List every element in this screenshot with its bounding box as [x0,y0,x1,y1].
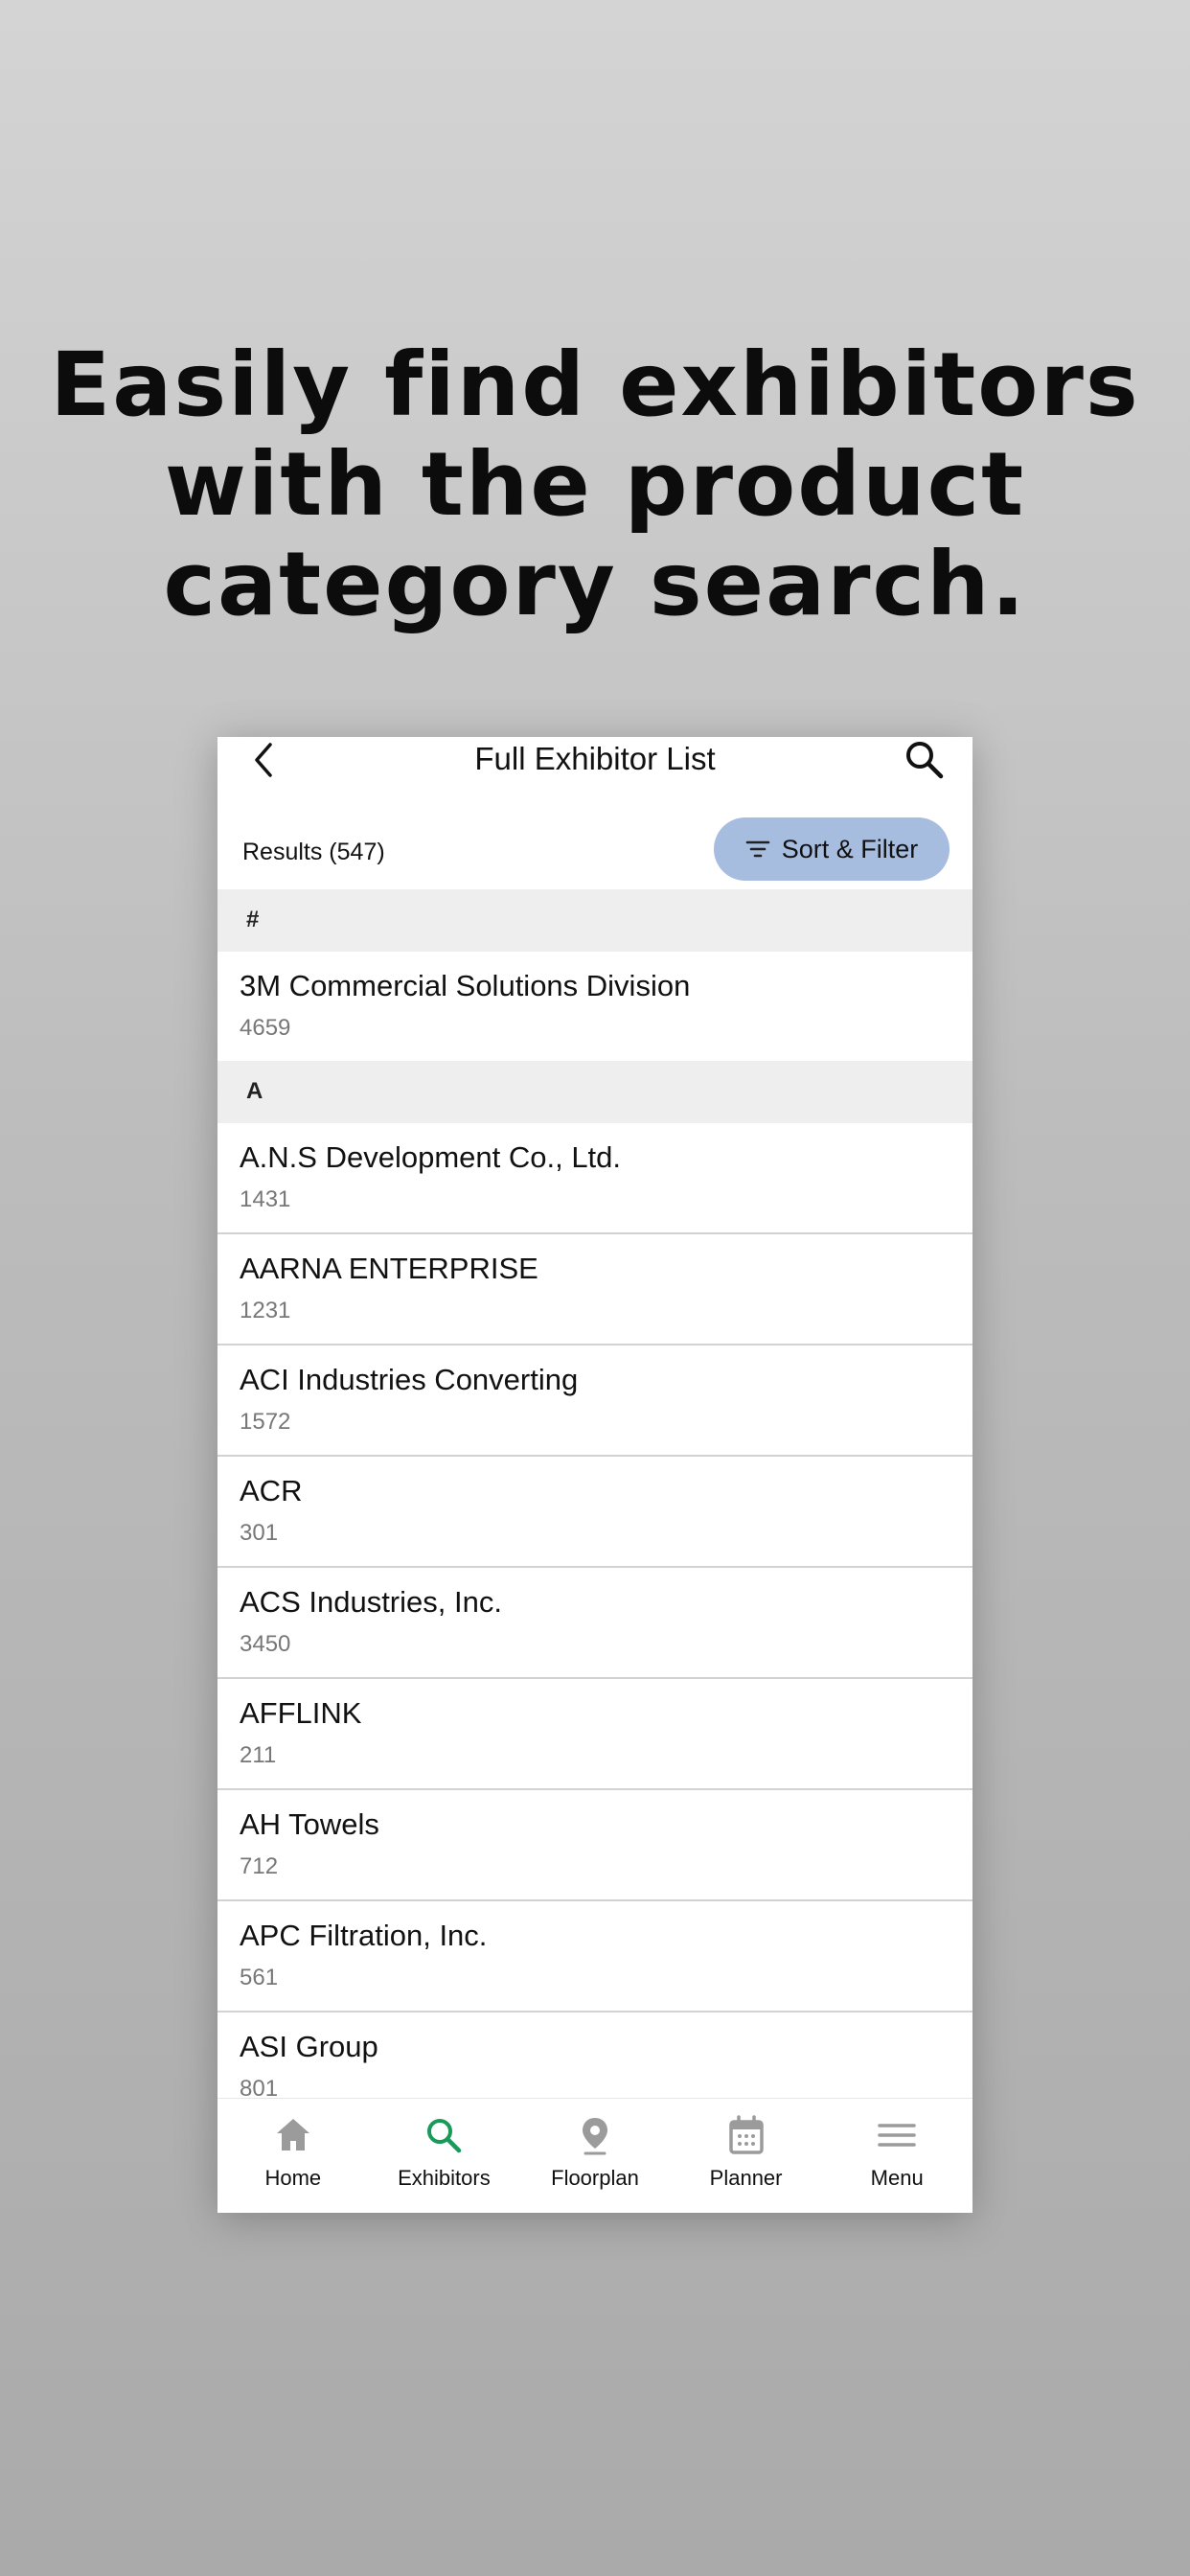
list-item[interactable]: ACS Industries, Inc. 3450 [217,1568,973,1679]
tab-floorplan[interactable]: Floorplan [519,2099,671,2213]
list-item[interactable]: AFFLINK 211 [217,1679,973,1790]
tab-label: Menu [870,2166,924,2190]
booth-number: 712 [240,1853,279,1879]
exhibitor-name: ACI Industries Converting [240,1363,579,1396]
back-button[interactable] [246,741,285,779]
tab-planner[interactable]: Planner [671,2099,822,2213]
list-item[interactable]: ACR 301 [217,1457,973,1568]
exhibitor-list: # 3M Commercial Solutions Division 4659 … [217,889,973,2122]
booth-number: 1231 [240,1298,291,1323]
calendar-icon [728,2115,764,2154]
tab-label: Planner [709,2166,783,2190]
home-icon [276,2119,309,2150]
promo-headline-line: with the product [164,433,1026,536]
exhibitor-name: AARNA ENTERPRISE [240,1252,538,1285]
exhibitor-name: APC Filtration, Inc. [240,1919,488,1952]
section-header: # [217,889,973,952]
booth-number: 1572 [240,1409,291,1435]
filter-lines-icon [745,840,770,858]
list-item[interactable]: A.N.S Development Co., Ltd. 1431 [217,1123,973,1234]
tab-label: Floorplan [551,2166,639,2190]
exhibitor-name: ACS Industries, Inc. [240,1585,502,1619]
section-header-label: # [246,907,260,932]
sort-filter-button[interactable]: Sort & Filter [714,817,950,881]
exhibitor-name: ACR [240,1474,303,1507]
list-item[interactable]: AARNA ENTERPRISE 1231 [217,1234,973,1346]
search-icon [427,2119,462,2153]
map-pin-icon [582,2118,607,2155]
chevron-left-icon [255,743,272,777]
app-screen: Full Exhibitor List Results (547) Sort &… [217,737,973,2213]
promo-headline-line: category search. [163,533,1027,635]
tab-label: Exhibitors [398,2166,491,2190]
results-toolbar: Results (547) Sort & Filter [217,817,973,890]
booth-number: 1431 [240,1186,291,1212]
list-item[interactable]: AH Towels 712 [217,1790,973,1901]
list-item[interactable]: APC Filtration, Inc. 561 [217,1901,973,2012]
exhibitor-name: AFFLINK [240,1696,362,1730]
tab-label: Home [264,2166,322,2190]
page-title: Full Exhibitor List [474,741,716,776]
promo-headline: Easily find exhibitors with the product … [0,335,1190,634]
search-icon [906,742,944,779]
promo-headline-line: Easily find exhibitors [50,334,1140,436]
list-item[interactable]: 3M Commercial Solutions Division 4659 [217,952,973,1061]
booth-number: 3450 [240,1631,291,1657]
exhibitor-name: ASI Group [240,2030,378,2063]
nav-bar: Full Exhibitor List [217,737,973,785]
tab-home[interactable]: Home [217,2099,369,2213]
section-header-label: A [246,1078,263,1104]
list-item[interactable]: ACI Industries Converting 1572 [217,1346,973,1457]
exhibitor-name: A.N.S Development Co., Ltd. [240,1140,622,1174]
tab-menu[interactable]: Menu [821,2099,973,2213]
hamburger-menu-icon [878,2124,916,2147]
booth-number: 301 [240,1520,279,1546]
tab-bar: Home Exhibitors Floorplan Planner Menu [217,2098,973,2213]
sort-filter-label: Sort & Filter [781,834,919,863]
search-button[interactable] [904,739,946,781]
booth-number: 561 [240,1965,279,1990]
exhibitor-name: AH Towels [240,1807,379,1841]
section-header: A [217,1061,973,1123]
exhibitor-name: 3M Commercial Solutions Division [240,969,691,1002]
results-count: Results (547) [242,839,385,865]
tab-exhibitors[interactable]: Exhibitors [369,2099,520,2213]
booth-number: 211 [240,1742,277,1768]
booth-number: 4659 [240,1015,291,1041]
